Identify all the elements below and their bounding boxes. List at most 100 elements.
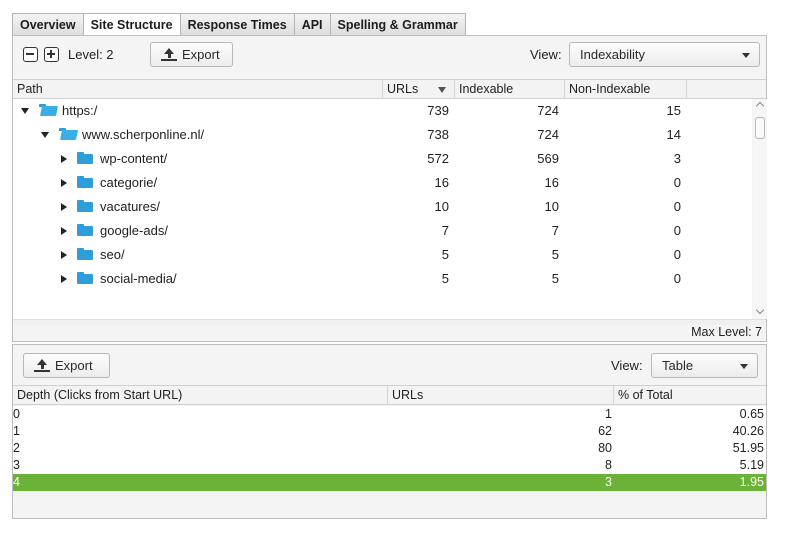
depth-cell: 2 (13, 441, 20, 455)
urls-cell: 16 (434, 175, 449, 190)
depth-view-select-value: Table (662, 358, 694, 373)
non-indexable-cell: 3 (673, 151, 681, 166)
depth-table-row[interactable]: 1 62 40.26 (13, 423, 766, 440)
column-header-depth-urls[interactable]: URLs (388, 386, 614, 405)
indexable-cell: 724 (537, 103, 559, 118)
path-label: www.scherponline.nl/ (82, 127, 205, 142)
column-header-non-indexable[interactable]: Non-Indexable (565, 80, 687, 99)
depth-urls-cell: 3 (605, 475, 612, 489)
tab-response-times[interactable]: Response Times (179, 13, 295, 36)
tab-overview[interactable]: Overview (12, 13, 84, 36)
tree-row[interactable]: google-ads/7 7 0 (13, 219, 752, 243)
view-select[interactable]: Indexability (569, 42, 760, 67)
folder-icon (77, 176, 94, 189)
upload-icon (34, 358, 50, 373)
depth-cell: 4 (13, 475, 20, 489)
scroll-thumb[interactable] (755, 117, 765, 139)
percent-total-cell: 40.26 (732, 424, 764, 438)
column-header-depth[interactable]: Depth (Clicks from Start URL) (13, 386, 388, 405)
column-header-percent-total[interactable]: % of Total (614, 386, 766, 405)
tree-horizontal-scrollbar[interactable] (13, 319, 766, 325)
tree-row[interactable]: www.scherponline.nl/738 724 14 (13, 123, 752, 147)
tree-row[interactable]: https:/ 739 724 15 (13, 99, 752, 123)
tree-vertical-scrollbar[interactable] (753, 99, 767, 319)
non-indexable-cell: 15 (666, 103, 681, 118)
depth-urls-cell: 1 (605, 407, 612, 421)
tab-site-structure[interactable]: Site Structure (82, 13, 181, 37)
percent-total-cell: 1.95 (739, 475, 764, 489)
tree-row[interactable]: wp-content/572 569 3 (13, 147, 752, 171)
depth-view-select[interactable]: Table (651, 353, 758, 378)
expand-arrow-icon[interactable] (61, 226, 67, 235)
depth-cell: 0 (13, 407, 20, 421)
path-label: wp-content/ (100, 151, 168, 166)
site-structure-panel: Level: 2 Export View: Indexability Path … (12, 35, 767, 342)
path-cell: categorie/ (61, 171, 383, 195)
folder-icon (77, 272, 94, 285)
depth-urls-cell: 80 (598, 441, 612, 455)
depth-table-row[interactable]: 0 1 0.65 (13, 406, 766, 423)
tab-api[interactable]: API (293, 13, 331, 36)
scroll-up-icon[interactable] (755, 101, 765, 111)
structure-export-button[interactable]: Export (150, 42, 233, 67)
depth-urls-cell: 62 (598, 424, 612, 438)
column-header-indexable[interactable]: Indexable (455, 80, 565, 99)
view-select-value: Indexability (580, 47, 646, 62)
view-label: View: (530, 47, 562, 62)
path-label: social-media/ (100, 271, 177, 286)
depth-table-header: Depth (Clicks from Start URL) URLs % of … (13, 385, 766, 405)
expand-level-button[interactable] (44, 47, 59, 62)
urls-cell: 5 (441, 247, 449, 262)
expand-arrow-icon[interactable] (61, 250, 67, 259)
path-label: categorie/ (100, 175, 158, 190)
scroll-down-icon[interactable] (755, 305, 765, 315)
expand-arrow-icon[interactable] (61, 154, 67, 163)
depth-table-row[interactable]: 3 8 5.19 (13, 457, 766, 474)
urls-cell: 572 (427, 151, 449, 166)
depth-table-row[interactable]: 2 80 51.95 (13, 440, 766, 457)
collapse-level-button[interactable] (23, 47, 38, 62)
depth-view-label: View: (611, 358, 643, 373)
path-cell: seo/ (61, 243, 383, 267)
collapse-arrow-icon[interactable] (21, 107, 29, 114)
path-cell: vacatures/ (61, 195, 383, 219)
collapse-arrow-icon[interactable] (41, 131, 49, 138)
expand-arrow-icon[interactable] (61, 274, 67, 283)
expand-arrow-icon[interactable] (61, 202, 67, 211)
path-label: https:/ (62, 103, 98, 118)
tree-row[interactable]: social-media/5 5 0 (13, 267, 752, 291)
tree-row[interactable]: seo/5 5 0 (13, 243, 752, 267)
percent-total-cell: 0.65 (739, 407, 764, 421)
level-indicator: Level: 2 (68, 47, 114, 62)
path-label: vacatures/ (100, 199, 160, 214)
non-indexable-cell: 0 (673, 223, 681, 238)
depth-export-button[interactable]: Export (23, 353, 110, 378)
non-indexable-cell: 0 (673, 175, 681, 190)
path-label: seo/ (100, 247, 125, 262)
path-cell: www.scherponline.nl/ (41, 123, 383, 147)
path-cell: google-ads/ (61, 219, 383, 243)
indexable-cell: 724 (537, 127, 559, 142)
tree-row[interactable]: categorie/16 16 0 (13, 171, 752, 195)
chevron-down-icon (742, 53, 750, 58)
crawl-depth-panel: Export View: Table Depth (Clicks from St… (12, 344, 767, 519)
tree-row[interactable]: vacatures/10 10 0 (13, 195, 752, 219)
depth-urls-cell: 8 (605, 458, 612, 472)
indexable-cell: 5 (551, 271, 559, 286)
depth-table-row[interactable]: 4 3 1.95 (13, 474, 766, 491)
urls-cell: 738 (427, 127, 449, 142)
tab-bar: Overview Site Structure Response Times A… (0, 0, 788, 37)
expand-arrow-icon[interactable] (61, 178, 67, 187)
column-header-urls[interactable]: URLs (383, 80, 455, 99)
column-header-path[interactable]: Path (13, 80, 383, 99)
tree-header: Path URLs Indexable Non-Indexable (13, 79, 766, 99)
urls-cell: 5 (441, 271, 449, 286)
tab-spelling-grammar[interactable]: Spelling & Grammar (329, 13, 466, 36)
sort-descending-icon (438, 87, 446, 93)
path-cell: wp-content/ (61, 147, 383, 171)
depth-cell: 3 (13, 458, 20, 472)
urls-cell: 10 (434, 199, 449, 214)
structure-toolbar: Level: 2 Export View: Indexability (13, 36, 766, 79)
crawl-depth-table: 0 1 0.65 1 62 40.26 2 80 51.95 3 8 5.19 4 3 1.95 (13, 406, 766, 491)
indexable-cell: 7 (551, 223, 559, 238)
